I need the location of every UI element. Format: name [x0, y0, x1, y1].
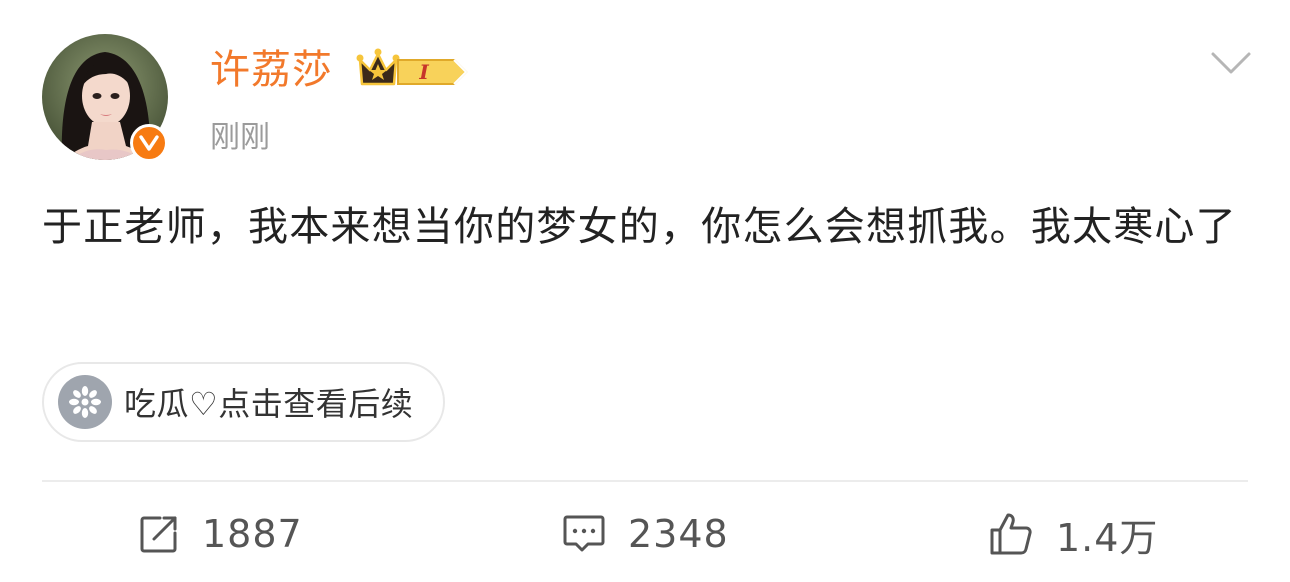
topic-link[interactable]: 吃瓜♡点击查看后续 — [42, 362, 446, 442]
comment-icon — [562, 513, 606, 555]
divider — [42, 480, 1248, 482]
melon-icon — [58, 375, 112, 429]
repost-icon — [138, 513, 180, 555]
like-button[interactable]: 1.4万 — [988, 506, 1158, 562]
author-name[interactable]: 许荔莎 — [210, 44, 333, 96]
topic-label: 吃瓜♡点击查看后续 — [124, 385, 414, 423]
vip-crown-icon[interactable]: I — [354, 46, 472, 94]
comment-button[interactable]: 2348 — [562, 506, 729, 562]
comment-count: 2348 — [628, 512, 729, 556]
like-count: 1.4万 — [1056, 515, 1159, 560]
repost-button[interactable]: 1887 — [138, 506, 303, 562]
post-timestamp: 刚刚 — [210, 120, 270, 155]
vip-level: I — [418, 60, 429, 84]
post-text: 于正老师，我本来想当你的梦女的，你怎么会想抓我。我太寒心了 — [42, 204, 1237, 250]
verified-badge-icon — [130, 124, 168, 162]
chevron-down-icon[interactable] — [1210, 50, 1252, 76]
repost-count: 1887 — [202, 512, 303, 556]
thumbs-up-icon — [988, 511, 1034, 557]
